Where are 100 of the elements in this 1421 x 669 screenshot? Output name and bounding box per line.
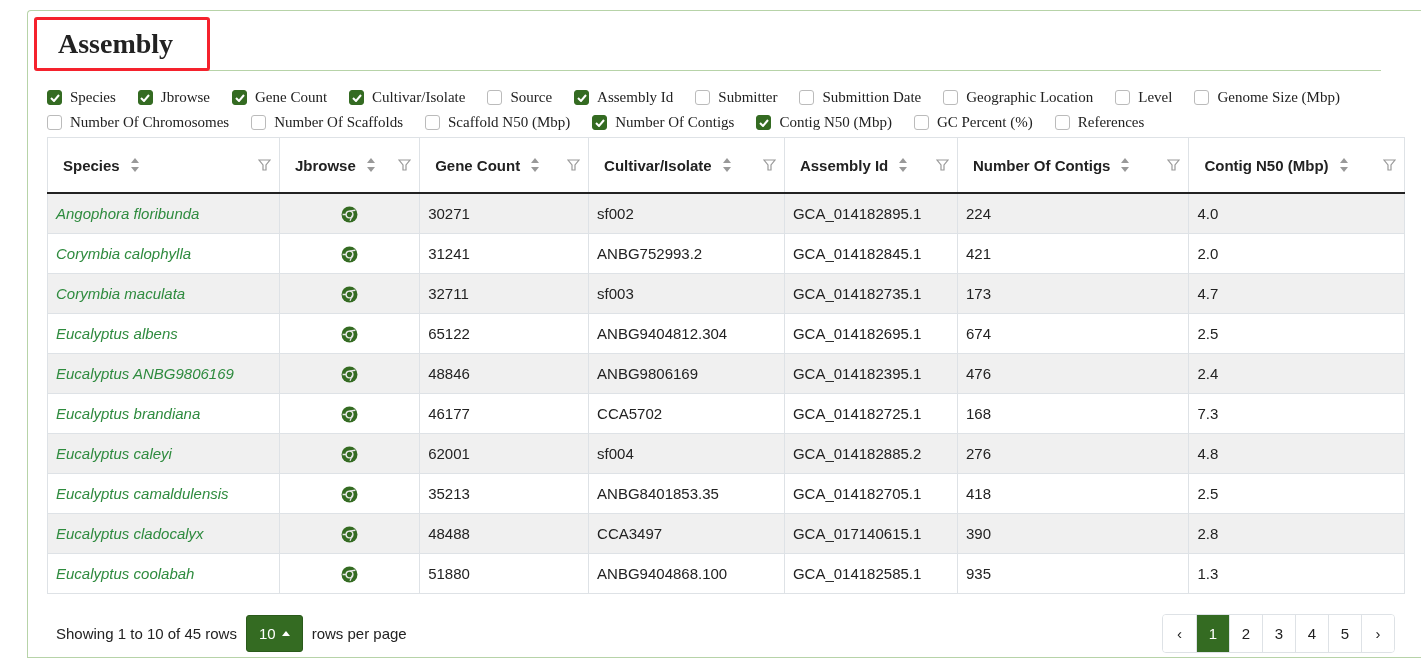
column-toggle[interactable]: Source — [487, 89, 553, 106]
checkbox[interactable] — [251, 115, 267, 130]
table-cell: ANBG8401853.35 — [588, 473, 785, 514]
table-cell: 48488 — [419, 513, 589, 554]
checkbox[interactable] — [913, 115, 929, 130]
checkbox[interactable] — [592, 115, 608, 130]
checkbox[interactable] — [799, 90, 815, 105]
table-cell: 390 — [957, 513, 1189, 554]
column-toggle[interactable]: Gene Count — [232, 89, 328, 106]
table-cell: 65122 — [419, 313, 589, 354]
column-toggle[interactable]: Species — [47, 89, 116, 106]
browser-icon[interactable] — [341, 485, 358, 503]
table-cell: 168 — [957, 393, 1189, 434]
checkbox[interactable] — [137, 90, 153, 105]
table-cell: 224 — [957, 193, 1189, 234]
table-cell: 418 — [957, 473, 1189, 514]
page-size-button[interactable]: 10 — [245, 615, 303, 652]
table-cell: CCA5702 — [588, 393, 785, 434]
column-toggle[interactable]: Level — [1115, 89, 1173, 106]
table-cell: 1.3 — [1188, 553, 1405, 594]
checkbox[interactable] — [756, 115, 772, 130]
table-cell: 276 — [957, 433, 1189, 474]
column-toggle[interactable]: GC Percent (%) — [913, 114, 1033, 131]
browser-icon[interactable] — [341, 325, 358, 343]
column-toggle[interactable]: Submitter — [695, 89, 778, 106]
page-button[interactable]: › — [1361, 615, 1394, 652]
filter-icon[interactable] — [935, 158, 949, 172]
table-cell: GCA_014182695.1 — [784, 313, 958, 354]
table-cell: 62001 — [419, 433, 589, 474]
page-button[interactable]: 1 — [1196, 615, 1229, 652]
column-toggle[interactable]: Scaffold N50 (Mbp) — [425, 114, 571, 131]
table-cell: 421 — [957, 233, 1189, 274]
table-cell: 2.8 — [1188, 513, 1405, 554]
checkbox[interactable] — [47, 115, 62, 130]
table-cell: GCA_014182845.1 — [784, 233, 958, 274]
browser-icon[interactable] — [341, 245, 358, 263]
column-toggle[interactable]: Contig N50 (Mbp) — [756, 114, 892, 131]
column-toggle[interactable]: Jbrowse — [137, 89, 210, 106]
table-cell: 31241 — [419, 233, 589, 274]
table-cell: ANBG9404868.100 — [588, 553, 785, 594]
checkbox[interactable] — [425, 115, 441, 130]
checkbox[interactable] — [487, 90, 503, 105]
table-cell: sf004 — [588, 433, 785, 474]
table-cell: 4.7 — [1188, 273, 1405, 314]
browser-icon[interactable] — [341, 445, 358, 463]
column-toggle[interactable]: Geographic Location — [943, 89, 1094, 106]
table-cell: 2.5 — [1188, 473, 1405, 514]
table-cell: 2.4 — [1188, 353, 1405, 394]
table-cell: 935 — [957, 553, 1189, 594]
column-toggle[interactable]: References — [1054, 114, 1145, 131]
filter-icon[interactable] — [398, 158, 412, 172]
table-cell: GCA_014182705.1 — [784, 473, 958, 514]
filter-icon[interactable] — [257, 158, 271, 172]
column-toggle[interactable]: Submittion Date — [799, 89, 922, 106]
table-cell: 2.5 — [1188, 313, 1405, 354]
checkbox[interactable] — [574, 90, 590, 105]
table-cell: 32711 — [419, 273, 589, 314]
checkbox[interactable] — [232, 90, 247, 105]
browser-icon[interactable] — [341, 405, 358, 423]
table-cell: GCA_014182885.2 — [784, 433, 958, 474]
browser-icon[interactable] — [341, 565, 358, 583]
table-cell: 674 — [957, 313, 1189, 354]
column-toggle[interactable]: Number Of Scaffolds — [251, 114, 404, 131]
checkbox[interactable] — [349, 90, 365, 105]
column-toggle[interactable]: Genome Size (Mbp) — [1194, 89, 1340, 106]
checkbox[interactable] — [695, 90, 711, 105]
browser-icon[interactable] — [341, 525, 358, 543]
filter-icon[interactable] — [762, 158, 776, 172]
checkbox[interactable] — [943, 90, 959, 105]
column-toggle[interactable]: Number Of Chromosomes — [47, 114, 230, 131]
table-cell: GCA_014182585.1 — [784, 553, 958, 594]
filter-icon[interactable] — [567, 158, 581, 172]
column-toggle[interactable]: Assembly Id — [574, 89, 674, 106]
checkbox[interactable] — [47, 90, 62, 105]
column-toggle[interactable]: Number Of Contigs — [592, 114, 735, 131]
table-cell: GCA_014182735.1 — [784, 273, 958, 314]
table-cell: 48846 — [419, 353, 589, 394]
table-cell: sf002 — [588, 193, 785, 234]
table-cell: ANBG9404812.304 — [588, 313, 785, 354]
browser-icon[interactable] — [341, 285, 358, 303]
page-title: Assembly — [58, 28, 174, 60]
filter-icon[interactable] — [1167, 158, 1181, 172]
table-cell: GCA_017140615.1 — [784, 513, 958, 554]
table-cell: 35213 — [419, 473, 589, 514]
table-cell: 51880 — [419, 553, 589, 594]
browser-icon[interactable] — [341, 365, 358, 383]
table-cell: 4.8 — [1188, 433, 1405, 474]
table-cell: 476 — [957, 353, 1189, 394]
filter-icon[interactable] — [1383, 158, 1396, 172]
browser-icon[interactable] — [341, 205, 358, 223]
table-cell: GCA_014182895.1 — [784, 193, 958, 234]
table-cell: 2.0 — [1188, 233, 1405, 274]
rows-per-page-label: rows per page — [311, 625, 407, 642]
checkbox[interactable] — [1115, 90, 1131, 105]
column-toggle[interactable]: Cultivar/Isolate — [349, 89, 466, 106]
checkbox[interactable] — [1054, 115, 1070, 130]
table-cell: 30271 — [419, 193, 589, 234]
checkbox[interactable] — [1194, 90, 1210, 105]
table-cell: sf003 — [588, 273, 785, 314]
table-cell: CCA3497 — [588, 513, 785, 554]
